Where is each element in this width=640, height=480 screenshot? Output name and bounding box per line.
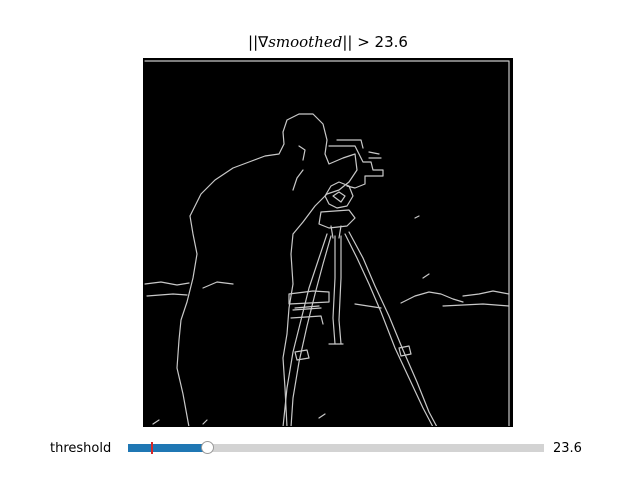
edge-tripod-foot [294, 343, 412, 361]
edge-camera-lens [324, 181, 354, 209]
edge-person-back [176, 215, 198, 427]
slider-value-readout: 23.6 [553, 441, 582, 456]
threshold-slider-track[interactable] [128, 444, 544, 452]
edge-person-outline [189, 113, 358, 427]
title-suffix: || > 23.6 [342, 33, 408, 51]
title-prefix: ||∇ [248, 33, 269, 51]
edge-tripod-spreader [290, 303, 382, 325]
edge-tripod-left-leg [282, 233, 332, 427]
edge-tripod-right-leg [344, 231, 438, 427]
edge-image-axes [143, 58, 513, 427]
title-variable: smoothed [268, 33, 343, 51]
threshold-slider-handle[interactable] [201, 441, 215, 454]
edge-horizon-left [144, 281, 190, 297]
edge-person-inner [202, 145, 306, 289]
figure-title: ||∇smoothed|| > 23.6 [143, 33, 513, 51]
edge-top-border [144, 60, 510, 427]
slider-initial-value-marker [150, 442, 153, 454]
edge-ground-marks [152, 215, 430, 425]
edge-horizon-right [400, 290, 510, 307]
slider-label: threshold [50, 441, 112, 456]
edge-image [144, 60, 510, 427]
edge-tripod-center-leg [332, 235, 342, 345]
threshold-slider-fill [128, 444, 208, 452]
